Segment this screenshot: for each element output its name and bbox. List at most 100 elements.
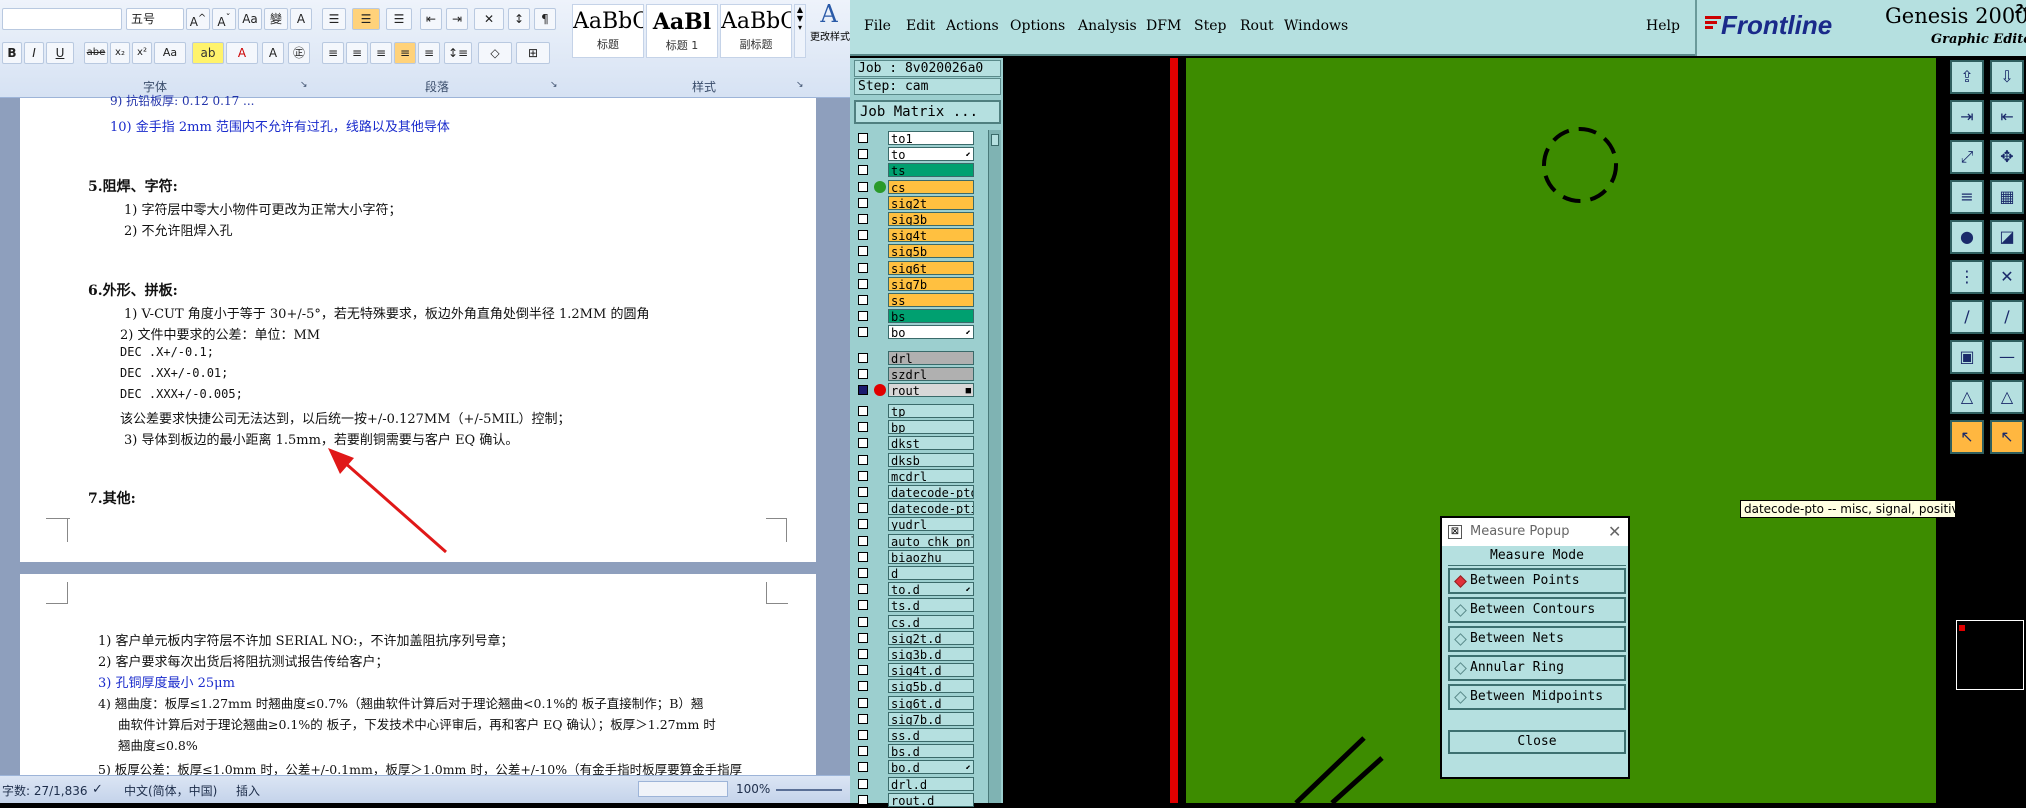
layer-name[interactable]: cs [888,179,974,194]
multilevel-list-icon[interactable]: ☰ [386,8,412,30]
layer-name[interactable]: drl [888,351,974,365]
layer-name[interactable]: yudrl [888,517,974,532]
layer-row-drl[interactable]: drl [850,350,990,366]
layer-checkbox[interactable] [858,681,868,692]
underline-icon[interactable]: U [46,42,74,64]
layer-checkbox[interactable] [858,551,868,562]
char-border-icon[interactable]: A [290,8,312,30]
layer-row-rout.d[interactable]: rout.d [850,792,990,808]
layer-name[interactable]: sig4t.d [888,663,974,678]
measure-option[interactable]: Between Contours [1448,597,1626,623]
tool-button-icon[interactable]: ↖ [1990,420,2024,454]
bullets-icon[interactable]: ☰ [322,8,346,30]
measure-option[interactable]: Between Points [1448,568,1626,594]
layer-name[interactable]: bs.d [888,744,974,759]
layer-checkbox[interactable] [858,616,868,627]
layer-checkbox[interactable] [858,697,868,708]
layer-name[interactable]: d [888,566,974,580]
insert-mode[interactable]: 插入 [236,782,260,799]
layer-checkbox[interactable] [858,470,868,481]
align-left-icon[interactable]: ≡ [322,42,344,64]
layer-row-d[interactable]: d [850,565,990,581]
grow-font-icon[interactable]: A^ [186,8,210,30]
layer-name[interactable]: bo.d ⬋ [888,760,974,775]
change-styles-button[interactable]: A 更改样式 [810,0,850,58]
job-matrix-button[interactable]: Job Matrix ... [854,100,1001,124]
layer-checkbox[interactable] [858,713,868,724]
align-center-icon[interactable]: ≡ [346,42,368,64]
menu-analysis[interactable]: Analysis [1078,18,1137,34]
tool-button-icon[interactable]: ↖ [1950,420,1984,454]
layer-checkbox[interactable] [858,230,868,241]
layer-name[interactable]: rout ■ [888,383,974,398]
layer-checkbox[interactable] [858,438,868,449]
zoom-slider[interactable] [776,789,842,791]
layer-name[interactable]: tp [888,404,974,418]
font-color-icon[interactable]: A [226,42,258,64]
layer-name[interactable]: sig3b.d [888,647,974,661]
layer-name[interactable]: sig2t [888,195,974,210]
layer-row-datecode-pto[interactable]: datecode-pto [850,484,990,500]
tool-button-icon[interactable]: ⇪ [1950,60,1984,94]
layer-checkbox[interactable] [858,519,868,530]
tool-button-icon[interactable]: ✥ [1990,140,2024,174]
align-right-icon[interactable]: ≡ [370,42,392,64]
char-shading-icon[interactable]: A [262,42,284,64]
layer-row-sig2t[interactable]: sig2t [850,195,990,211]
layer-row-bs[interactable]: bs [850,308,990,324]
layer-row-cs.d[interactable]: cs.d [850,614,990,630]
close-button[interactable]: Close [1448,730,1626,754]
layer-name[interactable]: to1 [888,131,974,145]
layer-checkbox[interactable] [858,197,868,208]
tool-button-icon[interactable]: ⋮ [1950,260,1984,294]
proofing-icon[interactable]: ✓ [92,782,103,797]
enclose-char-icon[interactable]: ㊣ [288,42,310,64]
numbering-icon[interactable]: ☰ [352,8,380,30]
layer-row-sig5b[interactable]: sig5b [850,243,990,259]
distributed-icon[interactable]: ≡ [418,42,440,64]
style-title[interactable]: AaBbC 标题 [572,4,644,58]
close-icon[interactable]: ✕ [1608,522,1621,541]
layer-name[interactable]: ts.d [888,598,974,613]
layer-name[interactable]: bs [888,309,974,324]
shading-icon[interactable]: ◇ [478,42,512,64]
layer-checkbox[interactable] [858,327,868,338]
tool-button-icon[interactable]: ⇥ [1950,100,1984,134]
strikethrough-icon[interactable]: abe [84,42,108,64]
layer-checkbox[interactable] [858,295,868,305]
layer-row-bo.d[interactable]: bo.d ⬋ [850,759,990,775]
layer-name[interactable]: datecode-pto [888,485,974,499]
layer-name[interactable]: sig5b.d [888,679,974,694]
layer-checkbox[interactable] [858,584,868,595]
layer-row-dkst[interactable]: dkst [850,435,990,451]
tool-button-icon[interactable]: ◪ [1990,220,2024,254]
italic-icon[interactable]: I [24,42,44,64]
line-spacing-icon[interactable]: ↕≡ [444,42,472,64]
layer-checkbox[interactable] [858,214,868,224]
decrease-indent-icon[interactable]: ⇤ [420,8,442,30]
layer-row-mcdrl[interactable]: mcdrl [850,468,990,484]
layer-row-to1[interactable]: to1 [850,130,990,146]
layer-name[interactable]: biaozhu [888,549,974,564]
layer-checkbox[interactable] [858,730,868,740]
layer-row-bo[interactable]: bo ⬋ [850,324,990,340]
change-case-icon[interactable]: Aa [154,42,186,64]
font-name-box[interactable] [2,8,122,30]
chinese-layout-icon[interactable]: ✕ [474,8,504,30]
language-indicator[interactable]: 中文(简体，中国) [124,782,217,799]
layer-name[interactable]: to ⬋ [888,147,974,162]
layer-checkbox[interactable] [858,406,868,416]
layer-row-sig5b.d[interactable]: sig5b.d [850,678,990,694]
layer-name[interactable]: sig3b [888,212,974,226]
layer-row-yudrl[interactable]: yudrl [850,516,990,532]
menu-help[interactable]: Help [1646,18,1680,34]
style-heading1[interactable]: AaBl 标题 1 [646,4,718,58]
tool-button-icon[interactable]: △ [1950,380,1984,414]
layer-name[interactable]: drl.d [888,776,974,791]
layer-name[interactable]: mcdrl [888,468,974,483]
layer-name[interactable]: dksb [888,452,974,467]
tool-button-icon[interactable]: ● [1950,220,1984,254]
paragraph-dialog-launcher-icon[interactable]: ↘ [550,80,558,90]
layer-row-sig6t.d[interactable]: sig6t.d [850,695,990,711]
superscript-icon[interactable]: x² [132,42,152,64]
